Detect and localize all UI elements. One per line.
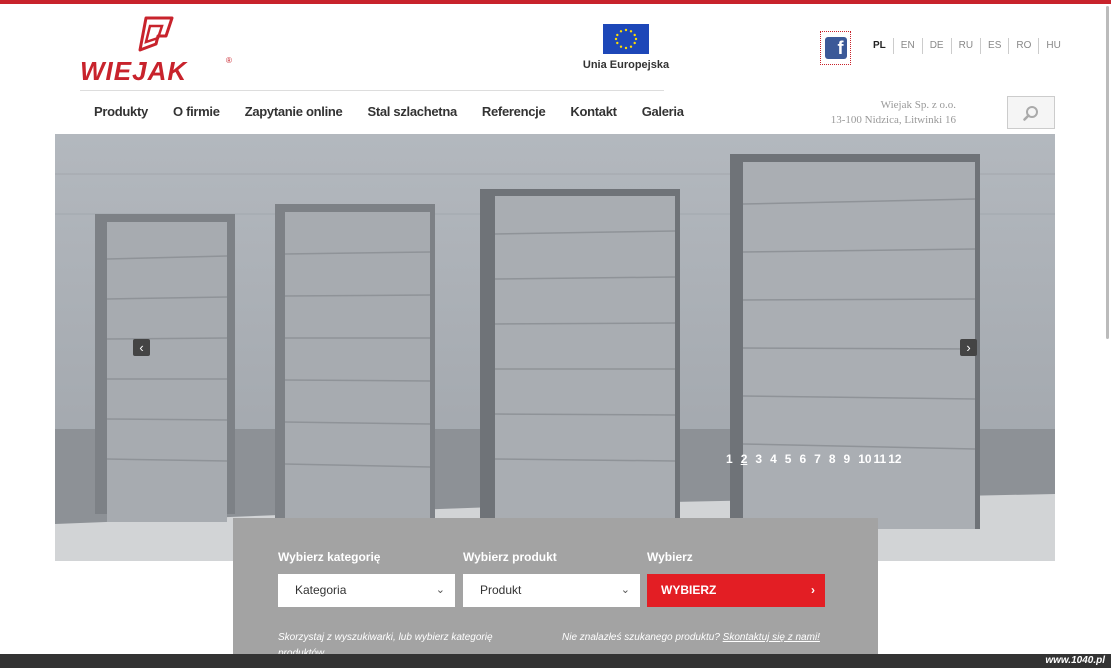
language-switcher: PL EN DE RU ES RO HU bbox=[866, 38, 1068, 54]
choose-button-label: WYBIERZ bbox=[661, 583, 717, 597]
logo-wordmark: WIEJAK bbox=[80, 56, 188, 86]
lang-ro[interactable]: RO bbox=[1008, 38, 1038, 54]
slider-page-6[interactable]: 6 bbox=[795, 452, 810, 466]
slider-prev-button[interactable]: ‹ bbox=[133, 339, 150, 356]
slider-page-3[interactable]: 3 bbox=[751, 452, 766, 466]
slider-page-8[interactable]: 8 bbox=[825, 452, 840, 466]
facebook-icon: f bbox=[824, 37, 847, 59]
contact-hint-text: Nie znalazłeś szukanego produktu? bbox=[562, 632, 720, 643]
registered-mark: ® bbox=[226, 56, 232, 65]
nav-item-kontakt[interactable]: Kontakt bbox=[570, 104, 617, 119]
slider-pager: 1 2 3 4 5 6 7 8 9 10 11 12 bbox=[722, 452, 903, 466]
company-address: Wiejak Sp. z o.o. 13-100 Nidzica, Litwin… bbox=[780, 98, 956, 128]
nav-item-galeria[interactable]: Galeria bbox=[642, 104, 684, 119]
lang-es[interactable]: ES bbox=[980, 38, 1008, 54]
chevron-down-icon: ⌄ bbox=[620, 584, 630, 596]
product-select-value: Produkt bbox=[480, 583, 522, 597]
choose-button[interactable]: WYBIERZ › bbox=[647, 574, 825, 607]
product-select[interactable]: Produkt ⌄ bbox=[463, 574, 640, 607]
slider-page-9[interactable]: 9 bbox=[840, 452, 855, 466]
eu-flag-icon bbox=[603, 24, 649, 54]
header-divider bbox=[80, 90, 664, 91]
lang-ru[interactable]: RU bbox=[950, 38, 980, 54]
category-select-value: Kategoria bbox=[295, 583, 347, 597]
main-nav: Produkty O firmie Zapytanie online Stal … bbox=[94, 104, 709, 119]
eu-label: Unia Europejska bbox=[582, 59, 670, 71]
slider-page-12[interactable]: 12 bbox=[887, 452, 902, 466]
address-line-1: Wiejak Sp. z o.o. bbox=[880, 99, 956, 111]
eu-badge[interactable]: Unia Europejska bbox=[582, 24, 670, 74]
category-select[interactable]: Kategoria ⌄ bbox=[278, 574, 455, 607]
slider-page-11[interactable]: 11 bbox=[873, 452, 888, 466]
search-icon bbox=[1023, 105, 1038, 121]
chevron-down-icon: ⌄ bbox=[435, 584, 445, 596]
nav-item-produkty[interactable]: Produkty bbox=[94, 104, 148, 119]
address-line-2: 13-100 Nidzica, Litwinki 16 bbox=[830, 114, 956, 126]
slider-page-1[interactable]: 1 bbox=[722, 452, 737, 466]
scrollbar[interactable] bbox=[1106, 6, 1109, 339]
slider-page-2[interactable]: 2 bbox=[737, 452, 752, 466]
product-finder-panel: Wybierz kategorię Wybierz produkt Wybier… bbox=[233, 518, 878, 668]
top-accent-bar bbox=[0, 0, 1111, 4]
footer-bar bbox=[0, 654, 1111, 668]
chevron-right-icon: › bbox=[811, 583, 815, 597]
category-label: Wybierz kategorię bbox=[278, 550, 381, 564]
product-label: Wybierz produkt bbox=[463, 550, 557, 564]
nav-item-o-firmie[interactable]: O firmie bbox=[173, 104, 220, 119]
lang-en[interactable]: EN bbox=[892, 38, 922, 54]
nav-item-referencje[interactable]: Referencje bbox=[482, 104, 546, 119]
nav-item-zapytanie-online[interactable]: Zapytanie online bbox=[245, 104, 343, 119]
facebook-link[interactable]: f bbox=[820, 31, 851, 65]
contact-hint: Nie znalazłeś szukanego produktu? Skonta… bbox=[562, 630, 852, 646]
logo-mark-icon bbox=[138, 16, 174, 52]
lang-de[interactable]: DE bbox=[921, 38, 951, 54]
choose-label: Wybierz bbox=[647, 550, 693, 564]
wiejak-logo[interactable]: WIEJAK ® bbox=[80, 16, 240, 86]
slider-page-4[interactable]: 4 bbox=[766, 452, 781, 466]
hero-image bbox=[55, 134, 1055, 561]
watermark: www.1040.pl bbox=[1045, 655, 1105, 666]
lang-hu[interactable]: HU bbox=[1038, 38, 1067, 54]
slider-page-7[interactable]: 7 bbox=[810, 452, 825, 466]
lang-pl[interactable]: PL bbox=[866, 38, 893, 54]
slider-next-button[interactable]: › bbox=[960, 339, 977, 356]
hero-slider[interactable]: ‹ › 1 2 3 4 5 6 7 8 9 10 11 12 bbox=[55, 134, 1055, 561]
slider-page-5[interactable]: 5 bbox=[781, 452, 796, 466]
search-button[interactable] bbox=[1007, 96, 1055, 129]
nav-item-stal-szlachetna[interactable]: Stal szlachetna bbox=[367, 104, 457, 119]
contact-link[interactable]: Skontaktuj się z nami! bbox=[723, 632, 820, 643]
slider-page-10[interactable]: 10 bbox=[854, 452, 872, 466]
